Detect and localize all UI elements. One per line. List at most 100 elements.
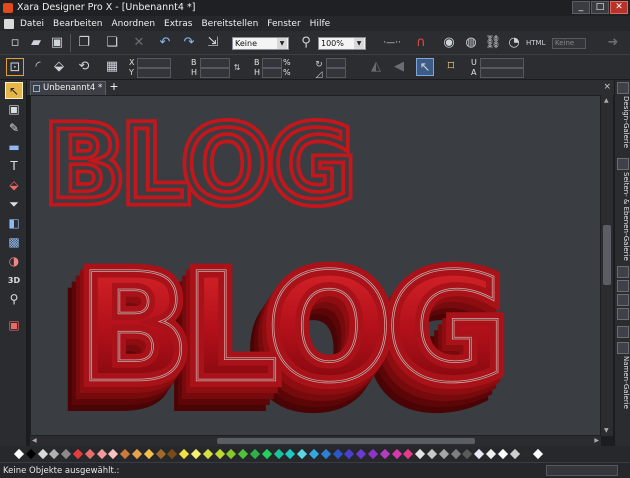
flip-vertical-icon[interactable]: ◀ (390, 58, 408, 76)
maximize-button[interactable]: □ (591, 1, 609, 14)
colour-swatch[interactable] (320, 448, 331, 460)
scroll-right-icon[interactable]: ▶ (594, 437, 599, 444)
colour-swatch[interactable] (238, 448, 249, 460)
quality-select[interactable]: Keine ▼ (232, 37, 289, 50)
scroll-up-icon[interactable]: ▲ (604, 97, 609, 104)
scale-height-field[interactable] (262, 68, 282, 78)
browser-preview-icon[interactable]: ◍ (462, 34, 480, 52)
colour-swatch[interactable] (155, 448, 166, 460)
rectangle-tool-icon[interactable]: ▬ (5, 139, 23, 156)
colour-swatch[interactable] (533, 448, 544, 460)
save-icon[interactable]: ▣ (48, 34, 66, 52)
colour-swatch[interactable] (415, 448, 426, 460)
vertical-scroll-thumb[interactable] (603, 225, 611, 285)
page-layer-gallery-tab[interactable]: Seiten- & Ebenen-Galerie (617, 172, 630, 261)
colour-swatch[interactable] (344, 448, 355, 460)
name-gallery-icon[interactable] (617, 342, 629, 354)
colour-swatch[interactable] (167, 448, 178, 460)
colour-swatch[interactable] (143, 448, 154, 460)
colour-gallery-icon[interactable] (617, 294, 629, 306)
menu-anordnen[interactable]: Anordnen (108, 19, 161, 29)
lock-ratio-icon[interactable]: ⇅ (232, 59, 242, 77)
colour-swatch[interactable] (332, 448, 343, 460)
colour-swatch[interactable] (13, 448, 25, 460)
colour-swatch[interactable] (356, 448, 367, 460)
width-field[interactable] (200, 58, 230, 68)
name-gallery-tab[interactable]: Namen-Galerie (617, 356, 630, 409)
close-button[interactable]: ✕ (610, 1, 628, 14)
copy-icon[interactable]: ❐ (75, 34, 93, 52)
link-icon[interactable]: ⛓ (484, 34, 502, 52)
zoom-tool-icon[interactable]: ⚲ (5, 291, 23, 308)
skew-field[interactable] (326, 68, 346, 78)
fill-tool-icon[interactable]: ⬙ (5, 177, 23, 194)
colour-swatch[interactable] (261, 448, 272, 460)
colour-swatch[interactable] (202, 448, 213, 460)
design-gallery-tab[interactable]: Design-Galerie (617, 96, 630, 148)
name-field[interactable]: Keine (552, 38, 586, 49)
colour-swatch[interactable] (438, 448, 449, 460)
shadow-tool-icon[interactable]: ◧ (5, 215, 23, 232)
extrude-3d-tool-icon[interactable]: 3D (5, 272, 23, 289)
colour-swatch[interactable] (37, 448, 48, 460)
fill-mode-icon[interactable]: ⬙ (50, 58, 68, 76)
redo-icon[interactable]: ↷ (180, 34, 198, 52)
import-icon[interactable]: ⇲ (204, 34, 222, 52)
transparency-tool-icon[interactable]: ⏷ (5, 196, 23, 213)
font-gallery-icon[interactable] (617, 308, 629, 320)
colour-swatch[interactable] (485, 448, 497, 460)
menu-fenster[interactable]: Fenster (264, 19, 306, 29)
colour-swatch[interactable] (131, 448, 143, 460)
close-document-button[interactable]: × (603, 82, 611, 92)
u-field[interactable] (480, 58, 524, 68)
scroll-down-icon[interactable]: ▼ (604, 427, 609, 434)
tag-icon[interactable]: ⌑ (442, 58, 460, 76)
colour-swatch[interactable] (462, 448, 473, 460)
menu-hilfe[interactable]: Hilfe (307, 19, 336, 29)
magnet-icon[interactable]: ∩ (412, 34, 430, 52)
colour-swatch[interactable] (214, 448, 225, 460)
document-menu-icon[interactable] (4, 18, 14, 29)
snap-ruler-icon[interactable]: ·—·· (378, 34, 406, 52)
y-field[interactable] (137, 68, 171, 78)
zoom-tool-icon[interactable]: ⚲ (297, 34, 315, 52)
selector-mode-icon[interactable]: ⊡ (6, 58, 24, 76)
horizontal-scrollbar[interactable]: ◀ ▶ (30, 436, 601, 446)
horizontal-scroll-thumb[interactable] (217, 438, 475, 444)
photo-tool-icon[interactable]: ▣ (5, 101, 23, 118)
colour-swatch[interactable] (96, 448, 107, 460)
text-tool-icon[interactable]: T (5, 158, 23, 175)
colour-swatch[interactable] (84, 448, 95, 460)
grid-icon[interactable]: ▦ (103, 58, 121, 76)
scale-width-field[interactable] (262, 58, 282, 68)
rotate-mode-icon[interactable]: ⟲ (75, 58, 93, 76)
paste-icon[interactable]: ❏ (103, 34, 121, 52)
colour-swatch[interactable] (521, 448, 532, 460)
colour-swatch[interactable] (450, 448, 461, 460)
delete-icon[interactable]: ✕ (130, 34, 148, 52)
colour-swatch[interactable] (367, 448, 379, 460)
colour-swatch[interactable] (379, 448, 390, 460)
colour-swatch[interactable] (273, 448, 284, 460)
colour-swatch[interactable] (72, 448, 84, 460)
curve-mode-icon[interactable]: ◜ (29, 58, 47, 76)
drawing-canvas[interactable]: BLOG BLOG BLOG BLOG BLOG BLOG BLOG BLOG … (30, 95, 601, 436)
colour-swatch[interactable] (249, 448, 261, 460)
layers-gallery-icon[interactable] (617, 158, 629, 170)
colour-swatch[interactable] (61, 448, 72, 460)
menu-bereitstellen[interactable]: Bereitstellen (199, 19, 265, 29)
new-document-icon[interactable]: ▫ (6, 34, 24, 52)
html-icon[interactable]: HTML (526, 34, 545, 52)
colour-swatch[interactable] (190, 448, 202, 460)
design-gallery-icon[interactable] (617, 82, 629, 94)
colour-swatch[interactable] (179, 448, 190, 460)
colour-swatch[interactable] (297, 448, 308, 460)
colour-swatch[interactable] (403, 448, 414, 460)
open-folder-icon[interactable]: ▰ (27, 34, 45, 52)
selector-tool-icon[interactable]: ↖ (5, 82, 23, 99)
menu-datei[interactable]: Datei (17, 19, 50, 29)
menu-bearbeiten[interactable]: Bearbeiten (50, 19, 108, 29)
bevel-tool-icon[interactable]: ▩ (5, 234, 23, 251)
colour-swatch[interactable] (108, 448, 119, 460)
live-effects-tool-icon[interactable]: ▣ (5, 317, 23, 334)
